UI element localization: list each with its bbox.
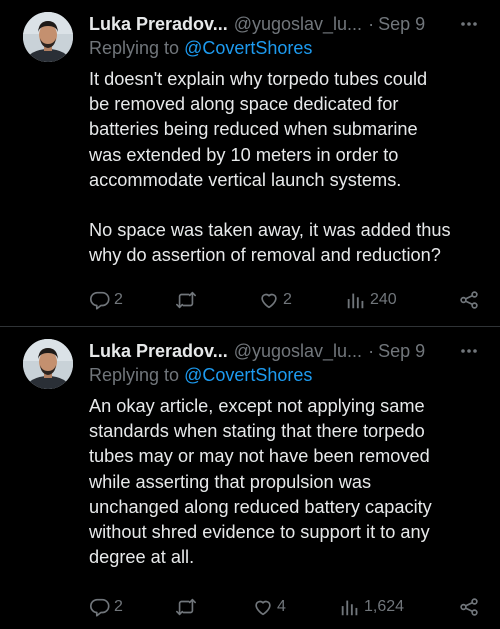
retweet-icon <box>176 291 196 309</box>
ellipsis-icon[interactable] <box>458 339 480 363</box>
tweet-text: It doesn't explain why torpedo tubes cou… <box>89 67 484 269</box>
text-line: batteries being reduced when submarine <box>89 119 418 140</box>
text-line: tubes may or may not have been removed <box>89 446 430 467</box>
like-count: 4 <box>277 598 286 615</box>
text-line: why do assertion of removal and reductio… <box>89 245 441 266</box>
share-button[interactable] <box>458 288 480 312</box>
author-handle[interactable]: @yugoslav_lu... <box>234 14 362 35</box>
like-button[interactable]: 2 <box>258 288 292 312</box>
separator-dot: · <box>368 13 375 34</box>
analytics-icon <box>347 293 364 309</box>
text-line: while asserting that propulsion was <box>89 471 372 492</box>
heart-icon <box>261 293 277 309</box>
share-button[interactable] <box>458 595 480 619</box>
tweet-header: Luka Preradov... @yugoslav_lu... · Sep 9 <box>89 12 480 36</box>
reply-icon <box>90 291 110 310</box>
reply-count: 2 <box>114 598 123 615</box>
reply-icon <box>90 598 110 617</box>
text-line: An okay article, except not applying sam… <box>89 396 425 416</box>
reply-button[interactable]: 2 <box>89 595 123 619</box>
views-button[interactable]: 240 <box>345 288 397 312</box>
view-count: 240 <box>370 291 397 308</box>
author-name[interactable]: Luka Preradov... <box>89 14 228 35</box>
text-line: be removed along space dedicated for <box>89 94 399 115</box>
retweet-button[interactable] <box>174 595 201 619</box>
tweet-header: Luka Preradov... @yugoslav_lu... · Sep 9 <box>89 339 480 363</box>
mention-link[interactable]: @CovertShores <box>184 365 312 385</box>
avatar[interactable] <box>23 339 73 389</box>
text-line: unchanged along reduced battery capacity <box>89 496 432 517</box>
views-button[interactable]: 1,624 <box>339 595 404 619</box>
text-line: standards when stating that there torped… <box>89 421 425 442</box>
replying-to: Replying to @CovertShores <box>89 365 312 386</box>
tweet-date[interactable]: Sep 9 <box>378 341 425 362</box>
retweet-button[interactable] <box>174 288 201 312</box>
action-bar: 2 4 1,624 <box>89 595 480 619</box>
text-line: without shred evidence to support it to … <box>89 522 430 543</box>
heart-icon <box>255 600 271 616</box>
ellipsis-icon[interactable] <box>458 12 480 36</box>
share-icon <box>460 291 478 309</box>
like-button[interactable]: 4 <box>252 595 286 619</box>
view-count: 1,624 <box>364 598 405 615</box>
share-icon <box>460 598 478 616</box>
separator-dot: · <box>368 340 375 361</box>
tweet[interactable]: Luka Preradov... @yugoslav_lu... · Sep 9… <box>0 327 500 629</box>
replying-to: Replying to @CovertShores <box>89 38 312 59</box>
reply-button[interactable]: 2 <box>89 288 123 312</box>
retweet-icon <box>176 598 196 616</box>
tweet-date[interactable]: Sep 9 <box>378 14 425 35</box>
like-count: 2 <box>283 291 292 308</box>
tweet-text: An okay article, except not applying sam… <box>89 394 484 570</box>
mention-link[interactable]: @CovertShores <box>184 38 312 58</box>
text-line: was extended by 10 meters in order to <box>89 144 399 165</box>
author-handle[interactable]: @yugoslav_lu... <box>234 341 362 362</box>
tweet[interactable]: Luka Preradov... @yugoslav_lu... · Sep 9… <box>0 0 500 326</box>
analytics-icon <box>341 600 358 616</box>
replying-prefix: Replying to <box>89 365 180 385</box>
author-name[interactable]: Luka Preradov... <box>89 341 228 362</box>
text-line: degree at all. <box>89 547 195 568</box>
replying-prefix: Replying to <box>89 38 180 58</box>
reply-count: 2 <box>114 291 123 308</box>
text-line: accommodate vertical launch systems. <box>89 169 402 190</box>
action-bar: 2 2 240 <box>89 288 480 312</box>
text-line: It doesn't explain why torpedo tubes cou… <box>89 69 428 89</box>
text-line: No space was taken away, it was added th… <box>89 220 451 241</box>
avatar[interactable] <box>23 12 73 62</box>
